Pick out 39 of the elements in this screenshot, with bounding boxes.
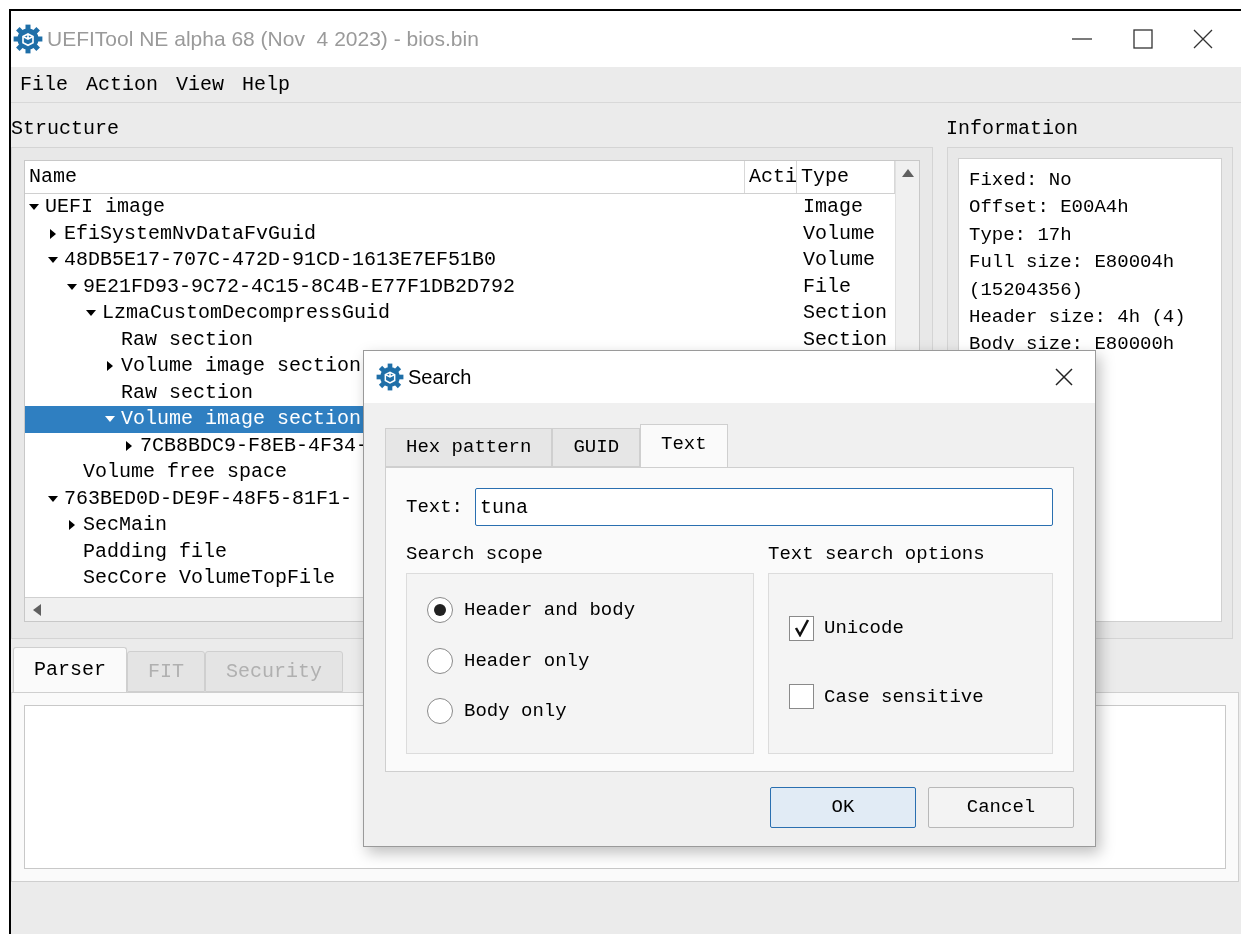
information-line: Body size: E80000h [969,332,1176,358]
radio-label: Header only [464,648,590,674]
tree-item-name: UEFI image [45,194,166,221]
radio-label: Body only [464,699,567,724]
tree-item-name: SecCore VolumeTopFile [83,565,336,592]
tree-item-name: 7CB8BDC9-F8EB-4F34- [140,432,369,459]
tree-item-type: Volume [802,247,876,274]
information-line: Type: 17h [969,222,1073,248]
checkbox-label: Case sensitive [824,684,984,710]
tree-item-type: Section [802,300,888,327]
checkbox-label: Unicode [824,616,904,641]
text-label: Text: [406,494,463,520]
information-line: Header size: 4h (4) [969,305,1187,331]
tree-item-type: Image [802,194,864,221]
group-title: Search scope [406,542,544,566]
information-line: (15204356) [969,277,1085,303]
tree-item-name: Volume image section [121,406,362,433]
group-title: Text search options [768,542,986,566]
tree-item-name: LzmaCustomDecompressGuid [102,300,391,327]
window-title: UEFITool NE alpha 68 (Nov 4 2023) - bios.bin [47,26,479,53]
tree-item-name: 48DB5E17-707C-472D-91CD-1613E7EF51B0 [64,247,497,274]
tree-item-name: SecMain [83,512,167,539]
tree-item-name: EfiSystemNvDataFvGuid [64,220,317,247]
tree-item-type: File [802,273,852,300]
dialog-title: Search [408,365,472,390]
tree-item-name: Volume image section [121,353,362,380]
tree-item-name: 9E21FD93-9C72-4C15-8C4B-E77F1DB2D792 [83,273,516,300]
structure-title: Structure [11,117,121,141]
tree-item-name: Volume free space [83,459,288,486]
information-line: Full size: E80004h [969,250,1176,276]
tree-item-type: Section [802,326,888,353]
tree-item-name: Raw section [121,326,254,353]
radio-label: Header and body [464,598,636,623]
information-title: Information [946,117,1080,141]
tree-item-name: 763BED0D-DE9F-48F5-81F1- [64,485,353,512]
information-line: Fixed: No [969,168,1073,193]
tree-item-type: Volume [802,220,876,247]
tree-item-name: Raw section [121,379,254,406]
information-line: Offset: E00A4h [969,195,1130,221]
